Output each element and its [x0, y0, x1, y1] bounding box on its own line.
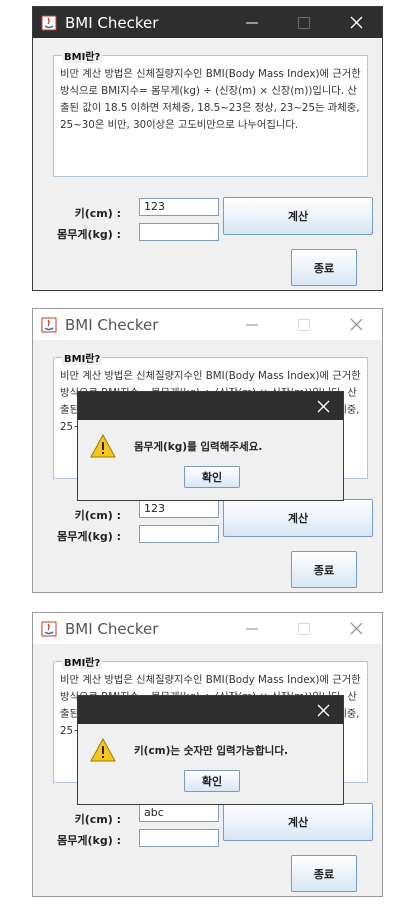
close-icon [317, 704, 329, 716]
warning-icon [90, 738, 116, 762]
close-icon [350, 622, 362, 635]
close-button[interactable] [330, 7, 382, 38]
weight-input[interactable] [139, 525, 219, 543]
weight-label: 몸무게(kg) : [57, 530, 121, 543]
maximize-icon [298, 318, 310, 331]
bmi-window-1: BMI Checker BMI란? 비만 계산 방법은 신체질량지수인 BMI(… [32, 6, 383, 291]
maximize-button[interactable] [278, 7, 330, 38]
maximize-button[interactable] [278, 613, 330, 644]
quit-button[interactable]: 종료 [291, 249, 357, 286]
dialog-close-button[interactable] [303, 696, 343, 724]
dialog-title-bar[interactable] [78, 392, 343, 420]
warning-dialog: 몸무게(kg)를 입력해주세요. 확인 [77, 391, 344, 501]
warning-dialog: 키(cm)는 숫자만 입력가능합니다. 확인 [77, 695, 344, 805]
maximize-icon [298, 622, 310, 635]
minimize-icon [246, 22, 258, 23]
bmi-window-2: BMI Checker BMI란? 비만 계산 방법은 신체질량지수인 BMI(… [32, 308, 383, 593]
group-legend: BMI란? [62, 350, 103, 365]
minimize-button[interactable] [226, 613, 278, 644]
weight-label: 몸무게(kg) : [57, 228, 121, 241]
minimize-icon [246, 628, 258, 629]
dialog-ok-button[interactable]: 확인 [184, 770, 240, 792]
calculate-button[interactable]: 계산 [223, 803, 373, 841]
dialog-title-bar[interactable] [78, 696, 343, 724]
height-input[interactable]: 123 [139, 500, 219, 518]
quit-button[interactable]: 종료 [291, 551, 357, 588]
close-button[interactable] [330, 309, 382, 340]
calculate-button[interactable]: 계산 [223, 197, 373, 235]
height-input[interactable]: abc [139, 804, 219, 822]
minimize-icon [246, 324, 258, 325]
dialog-message: 몸무게(kg)를 입력해주세요. [134, 441, 263, 453]
close-icon [350, 318, 362, 331]
bmi-info-group: BMI란? 비만 계산 방법은 신체질량지수인 BMI(Body Mass In… [53, 48, 368, 177]
window-title: BMI Checker [65, 619, 159, 638]
title-bar[interactable]: BMI Checker [33, 7, 382, 38]
minimize-button[interactable] [226, 309, 278, 340]
dialog-close-button[interactable] [303, 392, 343, 420]
height-label: 키(cm) : [74, 207, 121, 220]
close-icon [317, 400, 329, 412]
dialog-message: 키(cm)는 숫자만 입력가능합니다. [134, 745, 288, 757]
title-bar[interactable]: BMI Checker [33, 309, 382, 340]
java-app-icon [41, 15, 57, 30]
bmi-window-3: BMI Checker BMI란? 비만 계산 방법은 신체질량지수인 BMI(… [32, 612, 383, 897]
weight-input[interactable] [139, 829, 219, 847]
java-app-icon [41, 317, 57, 332]
window-title: BMI Checker [65, 315, 159, 334]
bmi-description: 비만 계산 방법은 신체질량지수인 BMI(Body Mass Index)에 … [60, 68, 361, 131]
height-label: 키(cm) : [74, 813, 121, 826]
height-input[interactable]: 123 [139, 198, 219, 216]
group-legend: BMI란? [62, 48, 103, 63]
maximize-icon [298, 16, 310, 29]
title-bar[interactable]: BMI Checker [33, 613, 382, 644]
dialog-ok-button[interactable]: 확인 [184, 466, 240, 488]
close-button[interactable] [330, 613, 382, 644]
quit-button[interactable]: 종료 [291, 855, 357, 892]
calculate-button[interactable]: 계산 [223, 499, 373, 537]
group-legend: BMI란? [62, 654, 103, 669]
java-app-icon [41, 621, 57, 636]
warning-icon [90, 434, 116, 458]
window-title: BMI Checker [65, 13, 159, 32]
weight-label: 몸무게(kg) : [57, 834, 121, 847]
weight-input[interactable] [139, 223, 219, 241]
close-icon [350, 16, 362, 29]
minimize-button[interactable] [226, 7, 278, 38]
maximize-button[interactable] [278, 309, 330, 340]
height-label: 키(cm) : [74, 509, 121, 522]
